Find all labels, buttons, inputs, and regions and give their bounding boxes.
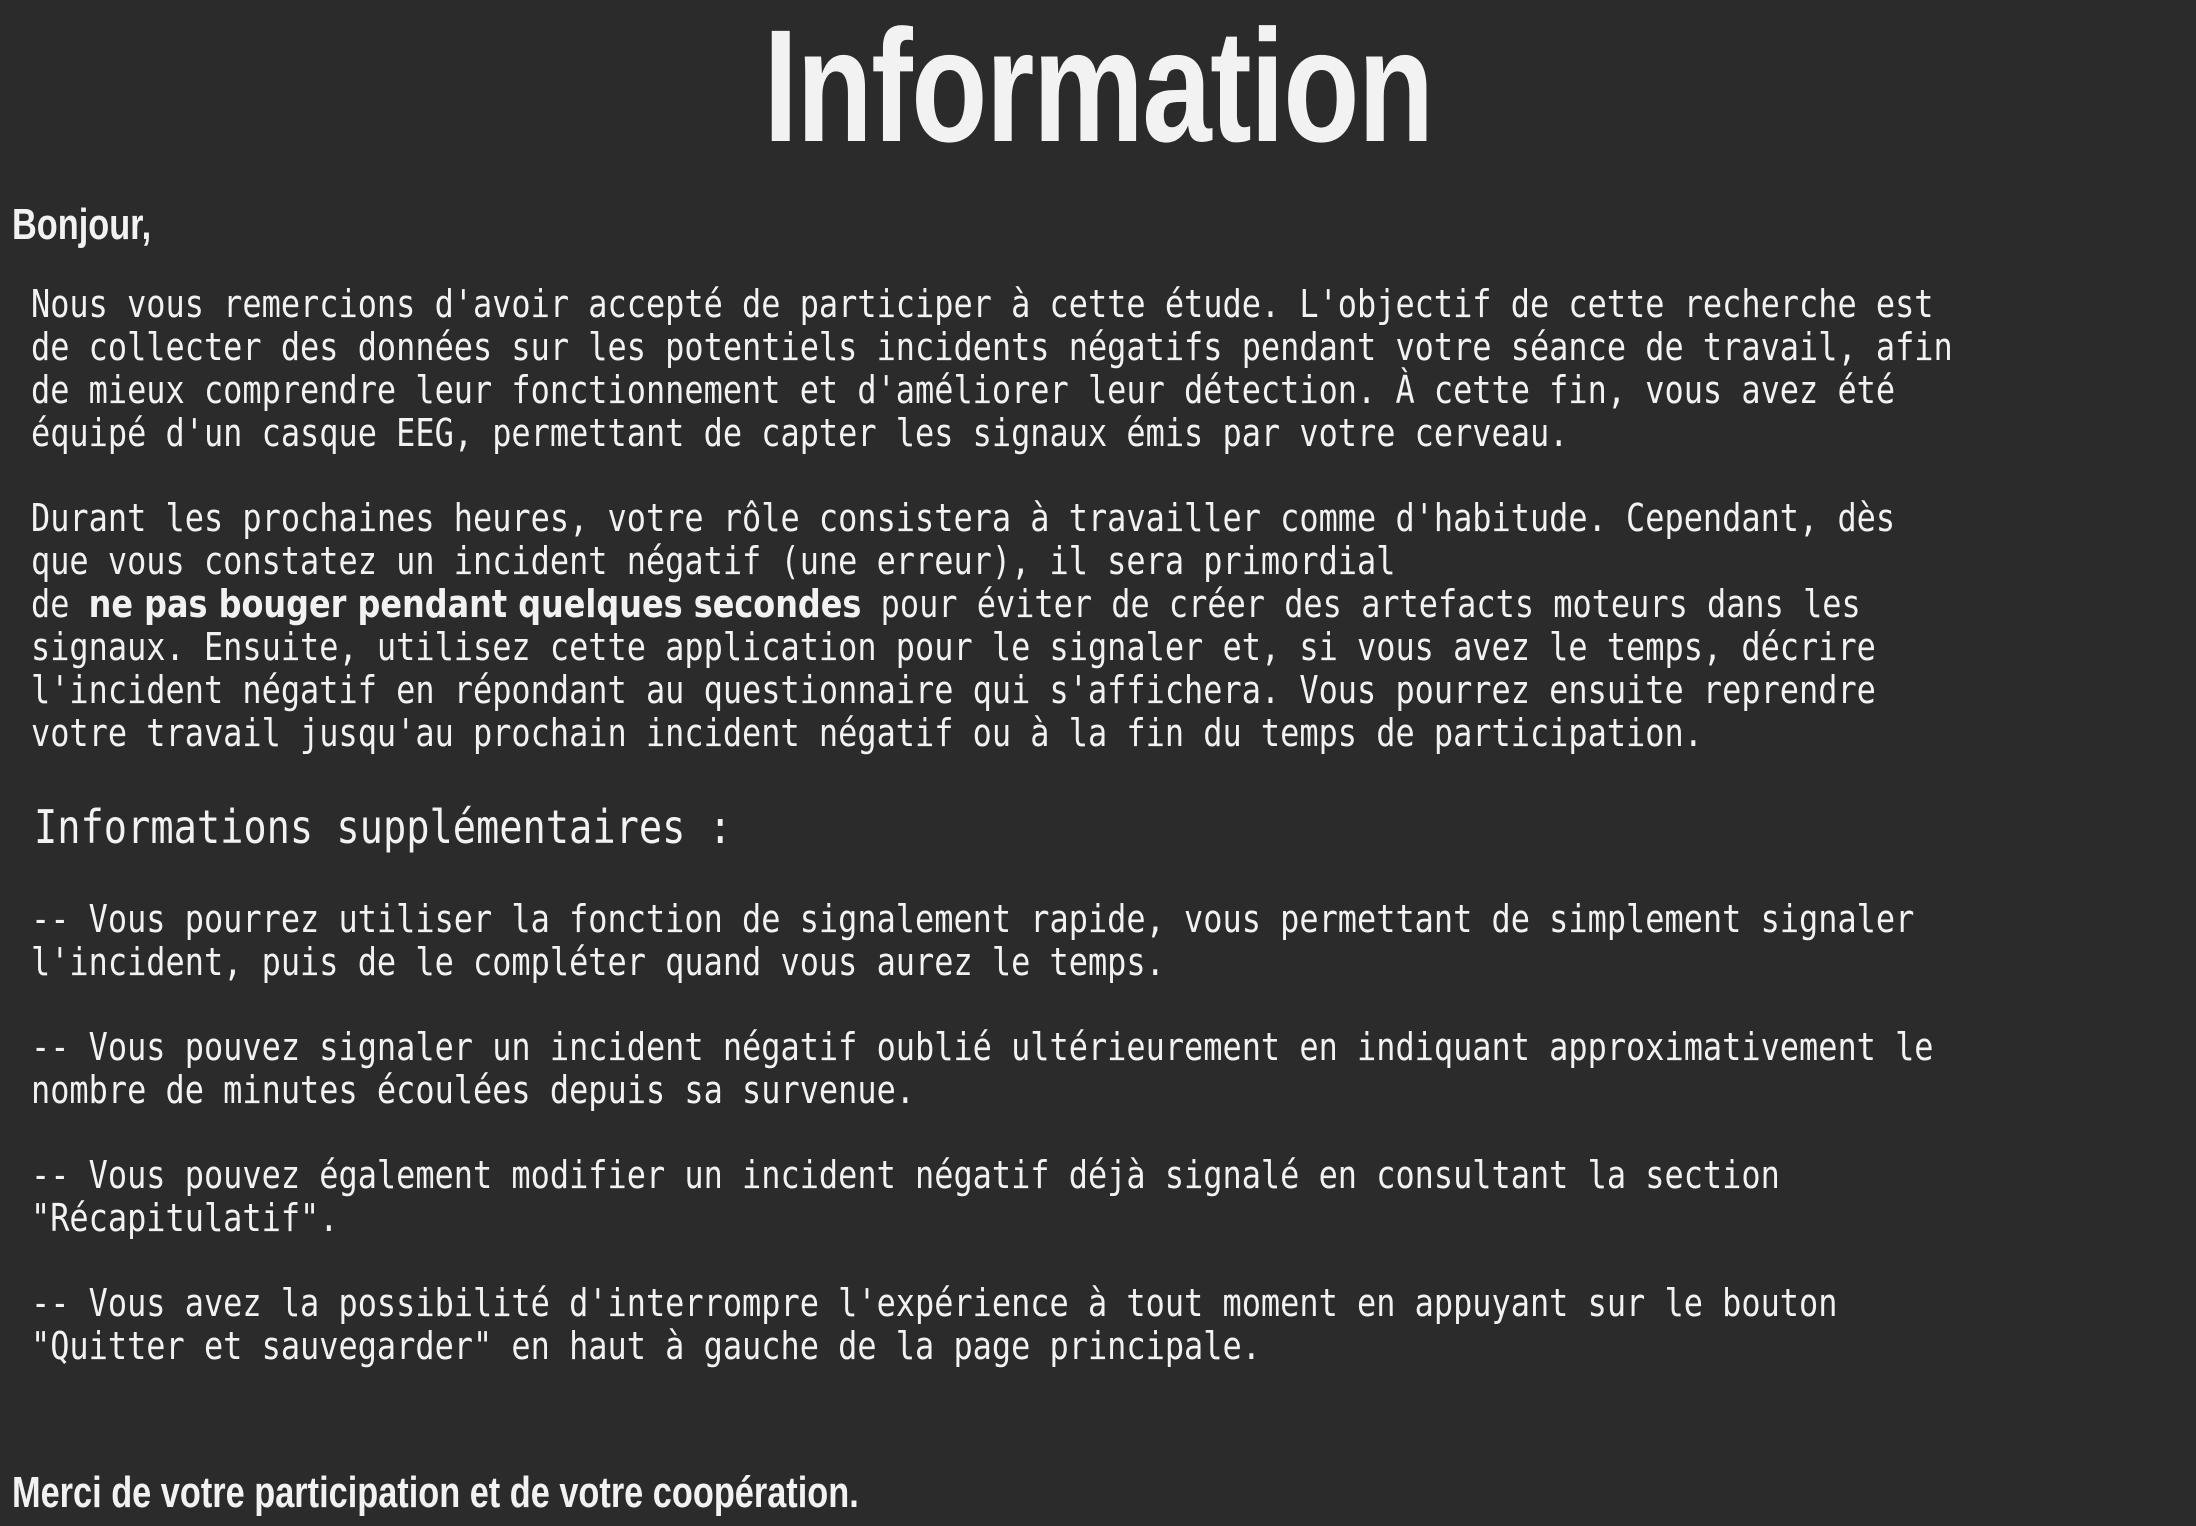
info-bullet: -- Vous pouvez également modifier un inc… (31, 1153, 1780, 1240)
information-page: Information Bonjour, Nous vous remercion… (0, 0, 2196, 1526)
intro-paragraph: Nous vous remercions d'avoir accepté de … (31, 282, 1953, 455)
thank-you-footer: Merci de votre participation et de votre… (12, 1468, 859, 1517)
greeting-text: Bonjour, (12, 200, 152, 249)
info-bullet: -- Vous avez la possibilité d'interrompr… (31, 1281, 1838, 1368)
info-bullet: -- Vous pouvez signaler un incident néga… (31, 1025, 1934, 1112)
instructions-emphasis: ne pas bouger pendant quelques secondes (88, 582, 862, 626)
page-title: Information (763, 0, 1434, 175)
instructions-paragraph: Durant les prochaines heures, votre rôle… (31, 497, 2148, 755)
info-bullet: -- Vous pourrez utiliser la fonction de … (31, 897, 1915, 984)
section-heading: Informations supplémentaires : (34, 800, 732, 854)
